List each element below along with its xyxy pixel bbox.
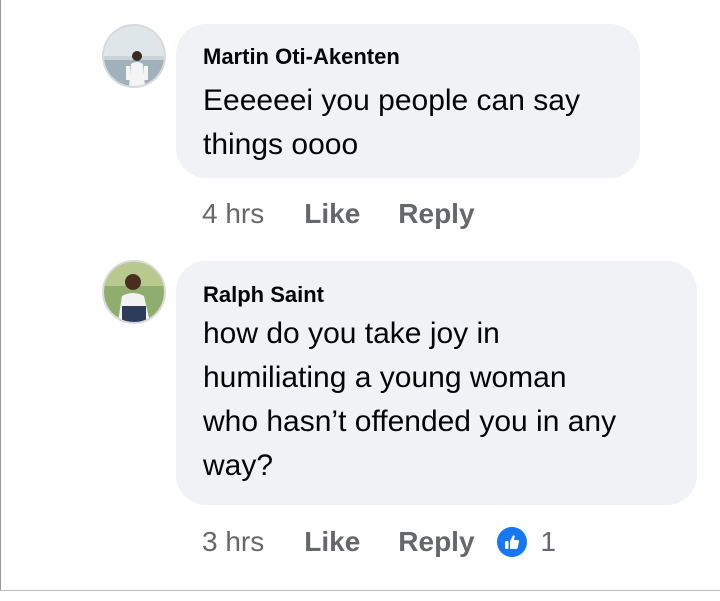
avatar[interactable] <box>104 262 164 322</box>
avatar-photo-icon <box>104 26 164 86</box>
comment-text-line: how do you take joy in <box>203 317 500 350</box>
avatar-photo-icon <box>104 262 164 322</box>
comment-timestamp[interactable]: 4 hrs <box>202 198 264 230</box>
reaction-summary[interactable]: 1 <box>496 526 557 558</box>
comment-bubble: Ralph Saint how do you take joy in humil… <box>176 261 697 505</box>
comment-text-line: things oooo <box>203 128 359 161</box>
comment-text: Eeeeeei you people can say things oooo <box>203 79 580 167</box>
like-button[interactable]: Like <box>304 526 360 558</box>
comment-meta: 3 hrs Like Reply 1 <box>202 522 556 562</box>
like-thumb-icon <box>496 527 527 557</box>
comment-author[interactable]: Ralph Saint <box>203 282 324 308</box>
bottom-padding <box>0 591 720 601</box>
reaction-count: 1 <box>540 526 557 557</box>
comment-meta: 4 hrs Like Reply <box>202 194 475 234</box>
like-button[interactable]: Like <box>304 198 360 230</box>
left-border <box>0 0 1 601</box>
comment-text-line: way? <box>203 449 274 482</box>
reply-button[interactable]: Reply <box>398 526 474 558</box>
comment-bubble: Martin Oti-Akenten Eeeeeei you people ca… <box>176 24 640 178</box>
comment-author[interactable]: Martin Oti-Akenten <box>203 44 400 70</box>
comment-text: how do you take joy in humiliating a you… <box>203 312 616 488</box>
comment-text-line: Eeeeeei you people can say <box>203 84 580 117</box>
comment-text-line: who hasn’t offended you in any <box>203 405 617 438</box>
comment-text-line: humiliating a young woman <box>203 361 567 394</box>
avatar[interactable] <box>104 26 164 86</box>
comment-timestamp[interactable]: 3 hrs <box>202 526 264 558</box>
reply-button[interactable]: Reply <box>398 198 474 230</box>
